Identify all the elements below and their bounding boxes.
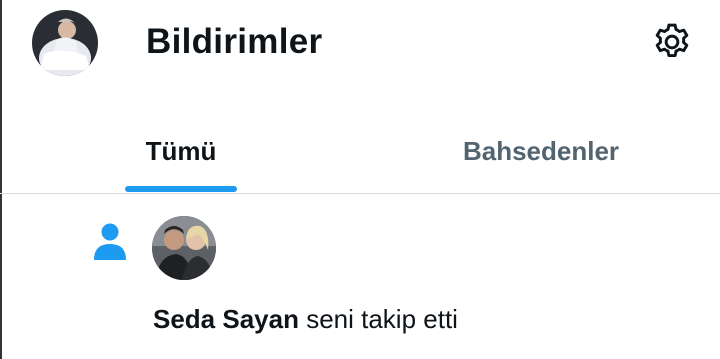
tab-mentions-label: Bahsedenler [462, 135, 620, 166]
notification-item[interactable]: Seda Sayan seni takip etti [0, 194, 720, 359]
follower-avatar[interactable] [152, 216, 216, 280]
page-title: Bildirimler [146, 22, 323, 61]
settings-button[interactable] [650, 20, 694, 64]
tab-all[interactable]: Tümü [0, 110, 362, 192]
notification-action: seni takip etti [298, 304, 458, 334]
profile-avatar[interactable] [32, 10, 98, 76]
avatar-photo [32, 10, 98, 76]
person-icon [92, 222, 128, 262]
tab-bar: Tümü Bahsedenler [0, 110, 720, 194]
avatar-photo [152, 216, 216, 280]
notification-user-name[interactable]: Seda Sayan [153, 304, 299, 334]
tab-mentions[interactable]: Bahsedenler [362, 110, 720, 192]
top-app-bar: Bildirimler [0, 0, 720, 86]
gear-icon [655, 23, 689, 58]
tab-all-label: Tümü [145, 135, 217, 166]
active-tab-indicator [125, 186, 237, 192]
notification-text: Seda Sayan seni takip etti [153, 302, 458, 336]
